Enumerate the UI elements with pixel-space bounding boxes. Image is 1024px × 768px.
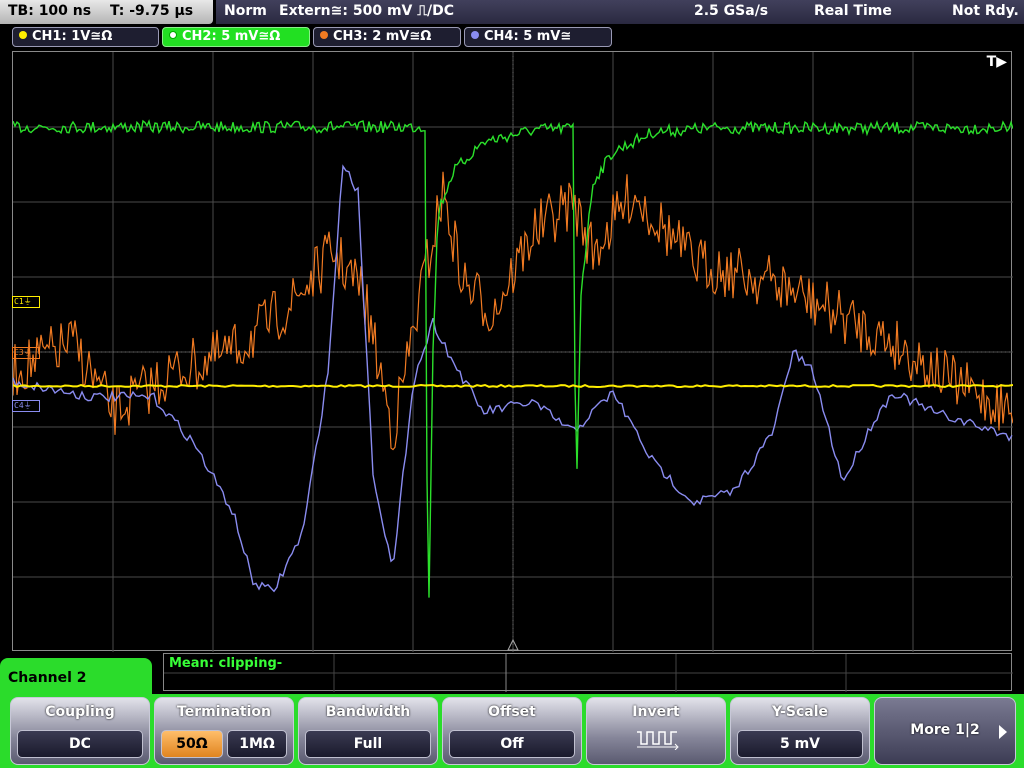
top-status-bar: TB: 100 ns T: -9.75 µs Norm Extern≅: 500…: [0, 0, 1024, 25]
termination-50ohm-option[interactable]: 50Ω: [161, 730, 223, 758]
bandwidth-label: Bandwidth: [325, 704, 411, 720]
ch2-label: CH2: 5 mV≅Ω: [182, 29, 281, 44]
more-softkey[interactable]: More 1|2: [874, 697, 1016, 765]
menu-title: Channel 2: [8, 670, 87, 686]
channel-tab-ch2[interactable]: CH2: 5 mV≅Ω: [162, 27, 310, 47]
ch1-label: CH1: 1V≅Ω: [32, 29, 113, 44]
more-label: More 1|2: [910, 722, 980, 738]
trigger-time-value: T: -9.75 µs: [109, 3, 194, 19]
ch4-label: CH4: 5 mV≅: [484, 29, 572, 44]
coupling-label: Coupling: [45, 704, 115, 720]
waveform-display[interactable]: T▶: [12, 51, 1013, 652]
timebase-value: TB: 100 ns: [8, 3, 92, 19]
coupling-softkey[interactable]: Coupling DC: [10, 697, 150, 765]
termination-1mohm-option[interactable]: 1MΩ: [227, 730, 287, 758]
ch1-marker-label: C1: [14, 297, 24, 306]
trigger-mode: Norm: [224, 3, 267, 19]
ch4-color-dot: [471, 31, 479, 39]
termination-label: Termination: [177, 704, 271, 720]
inverted-pulse-icon: [637, 731, 679, 750]
ch4-marker-label: C4: [14, 401, 24, 410]
chevron-right-icon: [999, 725, 1007, 739]
acquisition-mode: Real Time: [814, 3, 892, 19]
menu-title-tab: Channel 2: [0, 658, 152, 698]
ch3-level-marker[interactable]: C3⏚: [12, 347, 40, 359]
ch1-color-dot: [19, 31, 27, 39]
trigger-offscreen-indicator: T▶: [986, 54, 1007, 70]
yscale-softkey[interactable]: Y-Scale 5 mV: [730, 697, 870, 765]
ch3-marker-label: C3: [14, 348, 24, 357]
timebase-box[interactable]: TB: 100 ns T: -9.75 µs: [0, 0, 213, 24]
yscale-value: 5 mV: [737, 730, 863, 758]
ch3-color-dot: [320, 31, 328, 39]
graticule-svg: [13, 52, 1013, 652]
coupling-value: DC: [17, 730, 143, 758]
ch3-label: CH3: 2 mV≅Ω: [333, 29, 432, 44]
channel-tab-ch3[interactable]: CH3: 2 mV≅Ω: [313, 27, 461, 47]
invert-label: Invert: [632, 704, 680, 720]
bandwidth-softkey[interactable]: Bandwidth Full: [298, 697, 438, 765]
termination-softkey[interactable]: Termination 50Ω 1MΩ: [154, 697, 294, 765]
bandwidth-value: Full: [305, 730, 431, 758]
sample-rate: 2.5 GSa/s: [694, 3, 769, 19]
measurement-bar: Mean: clipping-: [163, 653, 1013, 692]
measurement-grid: [164, 654, 1013, 692]
channel-tab-ch4[interactable]: CH4: 5 mV≅: [464, 27, 612, 47]
trigger-status-strip[interactable]: Norm Extern≅: 500 mV ⎍/DC 2.5 GSa/s Real…: [216, 0, 1024, 24]
measurement-mean: Mean: clipping-: [169, 656, 283, 671]
offset-value: Off: [449, 730, 575, 758]
channel-tabs: CH1: 1V≅Ω CH2: 5 mV≅Ω CH3: 2 mV≅Ω CH4: 5…: [0, 26, 1024, 48]
trigger-source: Extern≅: 500 mV ⎍/DC: [279, 3, 455, 19]
acquisition-status: Not Rdy.: [952, 3, 1019, 19]
offset-softkey[interactable]: Offset Off: [442, 697, 582, 765]
ch2-color-dot: [169, 31, 177, 39]
graticule-lines: [13, 52, 1013, 652]
channel-tab-ch1[interactable]: CH1: 1V≅Ω: [12, 27, 159, 47]
ch1-level-marker[interactable]: C1⏚: [12, 296, 40, 308]
yscale-label: Y-Scale: [771, 704, 828, 720]
invert-softkey[interactable]: Invert: [586, 697, 726, 765]
ch4-level-marker[interactable]: C4⏚: [12, 400, 40, 412]
offset-label: Offset: [488, 704, 536, 720]
